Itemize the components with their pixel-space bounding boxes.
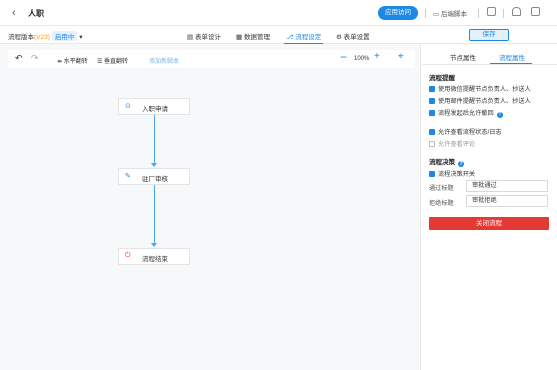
node-label: 流程结束 [142, 256, 168, 263]
undo-icon[interactable]: ↶ [15, 53, 23, 64]
vertical-flip-button[interactable]: ☰ 垂直翻转 [97, 56, 128, 65]
checkbox-label: 流程发起后允许撤回 [438, 110, 494, 117]
start-icon: ⊙ [125, 103, 131, 110]
divider [422, 64, 557, 65]
checkbox-label: 允许查看评论 [438, 141, 476, 148]
zoom-out-icon[interactable]: − [340, 50, 347, 64]
flow-node-start[interactable]: ⊙ 入职申请 [118, 98, 190, 115]
checkbox-checked-icon [429, 86, 435, 92]
close-flow-button[interactable]: 关闭流程 [429, 217, 549, 230]
reject-title-input[interactable]: 审批拒绝 [466, 195, 548, 207]
reminder-section-title: 流程提醒 [429, 75, 455, 82]
checkbox-view-status-log[interactable]: 允许查看流程状态/日志 [429, 127, 502, 136]
checkbox-decision-switch[interactable]: 流程决策开关 [429, 169, 475, 178]
arrow-icon [151, 243, 157, 247]
divider [503, 9, 504, 18]
horizontal-flip-label: 水平翻转 [63, 59, 88, 65]
redo-icon[interactable]: ↷ [31, 53, 39, 64]
flow-node-approval[interactable]: ✎ 驻厂审核 [118, 168, 190, 185]
reject-title-label: 拒绝标题 [429, 200, 454, 207]
app-title: 人职 [28, 9, 44, 18]
checkbox-wechat-reminder[interactable]: 使用微信提醒节点负责人、抄送人 [429, 84, 531, 93]
decision-title-text: 流程决策 [429, 159, 455, 166]
help-icon[interactable]: ? [458, 161, 464, 167]
version-status-badge: 启用中 [51, 31, 78, 41]
tab-label: 流程设定 [295, 34, 322, 41]
approve-icon: ✎ [125, 173, 131, 180]
bell-icon[interactable] [512, 7, 521, 16]
zoom-level: 100% [354, 56, 370, 62]
checkbox-checked-icon [429, 171, 435, 177]
version-number: (V23) [34, 34, 50, 41]
checkbox-allow-withdraw[interactable]: 流程发起后允许撤回? [429, 108, 503, 118]
top-bar [0, 0, 557, 26]
help-icon[interactable]: ? [496, 112, 503, 118]
divider [425, 9, 426, 18]
chevron-down-icon: ▾ [79, 34, 83, 41]
tab-label: 表单设计 [194, 34, 221, 41]
checkbox-checked-icon [429, 110, 435, 116]
tab-label: 表单设置 [343, 34, 370, 41]
flow-node-end[interactable]: ⏻ 流程结束 [118, 248, 190, 265]
save-button[interactable]: 保存 [469, 29, 509, 41]
chevron-left-icon[interactable]: ‹ [12, 7, 16, 19]
approve-title-label: 通过标题 [429, 185, 454, 192]
backend-script-label: 后端脚本 [440, 11, 467, 18]
vertical-flip-label: 垂直翻转 [104, 59, 129, 65]
horizontal-flip-button[interactable]: ⇹ 水平翻转 [57, 56, 88, 65]
checkbox-view-comments[interactable]: 允许查看评论 [429, 139, 475, 148]
tab-node-properties[interactable]: 节点属性 [450, 52, 476, 62]
backend-script-button[interactable]: ▭ 后端脚本 [433, 8, 467, 18]
tab-flow-settings[interactable]: ⎇ 流程设定 [286, 31, 321, 41]
grid-icon[interactable] [531, 7, 540, 16]
checkbox-checked-icon [429, 98, 435, 104]
node-label: 入职申请 [142, 106, 168, 113]
node-label: 驻厂审核 [142, 176, 168, 183]
connector-line [154, 185, 155, 243]
tab-form-settings[interactable]: ⚙ 表单设置 [336, 31, 370, 41]
version-label: 流程版本 [8, 34, 34, 41]
arrow-icon [151, 163, 157, 167]
approve-title-input[interactable]: 审批通过 [466, 180, 548, 192]
tab-label: 数据管理 [243, 34, 270, 41]
checkbox-label: 使用邮件提醒节点负责人、抄送人 [438, 98, 531, 105]
checkbox-unchecked-icon [429, 141, 435, 147]
checkbox-label: 允许查看流程状态/日志 [438, 129, 502, 136]
checkbox-label: 使用微信提醒节点负责人、抄送人 [438, 86, 531, 93]
app-access-button[interactable]: 应用访问 [378, 6, 418, 20]
decision-section-title: 流程决策? [429, 156, 464, 167]
monitor-icon[interactable] [487, 7, 496, 16]
crosshair-icon[interactable]: ⌖ [398, 51, 404, 62]
version-selector[interactable]: 流程版本(V23) 启用中 ▾ [8, 31, 82, 41]
flow-canvas[interactable] [0, 44, 421, 370]
end-icon: ⏻ [125, 252, 131, 259]
zoom-in-icon[interactable]: + [374, 51, 380, 62]
checkbox-email-reminder[interactable]: 使用邮件提醒节点负责人、抄送人 [429, 96, 531, 105]
checkbox-checked-icon [429, 129, 435, 135]
tab-flow-properties[interactable]: 流程属性 [499, 52, 525, 62]
add-script-link[interactable]: 添加新脚本 [149, 56, 179, 65]
tab-form-design[interactable]: ▤ 表单设计 [187, 31, 221, 41]
connector-line [154, 115, 155, 163]
divider [478, 9, 479, 18]
tab-data-management[interactable]: ▦ 数据管理 [236, 31, 270, 41]
checkbox-label: 流程决策开关 [438, 171, 476, 178]
